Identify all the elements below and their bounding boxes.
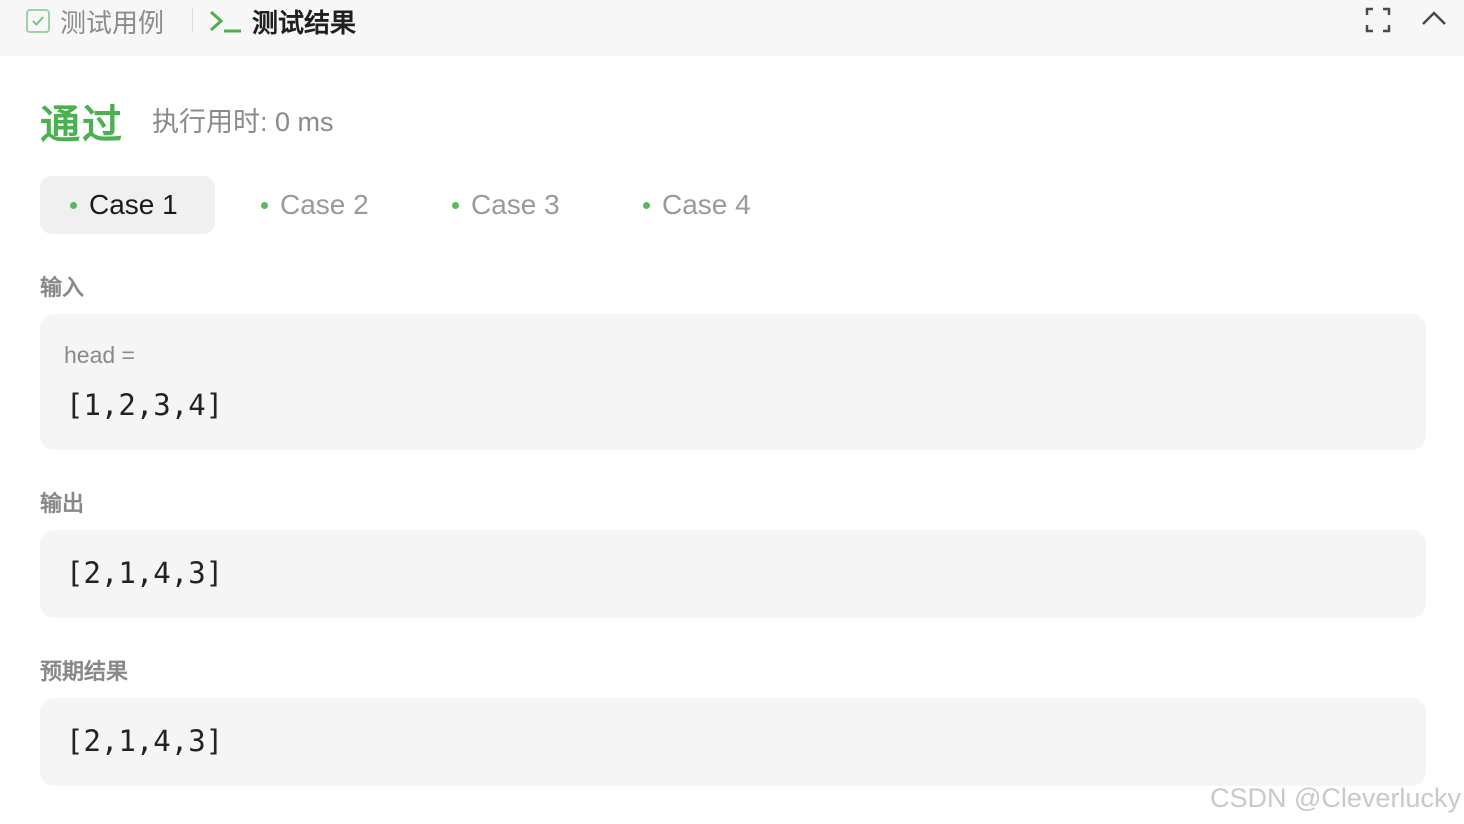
runtime-text: 执行用时: 0 ms [152, 107, 334, 137]
terminal-prompt-icon [209, 10, 241, 33]
case-tab-label: Case 3 [471, 189, 560, 220]
input-label: 输入 [40, 275, 85, 300]
case-tabs: Case 1 Case 2 Case 3 Case 4 [40, 176, 789, 234]
result-panel-header: 测试用例 测试结果 [0, 0, 1464, 56]
case-tab-label: Case 4 [662, 189, 751, 220]
output-value: [2,1,4,3] [66, 556, 224, 590]
tab-divider [192, 8, 193, 32]
pass-dot-icon [70, 201, 77, 209]
check-square-icon [26, 9, 50, 33]
chevron-up-icon[interactable] [1420, 8, 1448, 28]
case-tab-1[interactable]: Case 1 [40, 176, 215, 234]
expected-label: 预期结果 [40, 659, 129, 684]
expected-box: [2,1,4,3] [40, 698, 1426, 786]
tab-test-result[interactable]: 测试结果 [208, 4, 356, 38]
result-status: 通过 [40, 103, 124, 147]
input-value: [1,2,3,4] [66, 388, 224, 422]
output-label: 输出 [40, 491, 85, 516]
expected-value: [2,1,4,3] [66, 724, 224, 758]
output-box: [2,1,4,3] [40, 530, 1426, 618]
case-tab-label: Case 2 [280, 189, 369, 220]
case-tab-3[interactable]: Case 3 [422, 176, 598, 234]
input-variable-name: head = [64, 342, 135, 368]
input-box: head = [1,2,3,4] [40, 314, 1426, 450]
pass-dot-icon [643, 201, 650, 209]
pass-dot-icon [261, 201, 268, 209]
expand-icon[interactable] [1365, 7, 1391, 33]
pass-dot-icon [452, 201, 459, 209]
watermark: CSDN @Cleverlucky [1210, 783, 1461, 813]
tab-result-label: 测试结果 [252, 7, 357, 38]
case-tab-2[interactable]: Case 2 [231, 176, 407, 234]
tab-testcase[interactable]: 测试用例 [26, 4, 164, 38]
tab-testcase-label: 测试用例 [60, 7, 165, 38]
case-tab-label: Case 1 [89, 189, 178, 220]
case-tab-4[interactable]: Case 4 [613, 176, 789, 234]
